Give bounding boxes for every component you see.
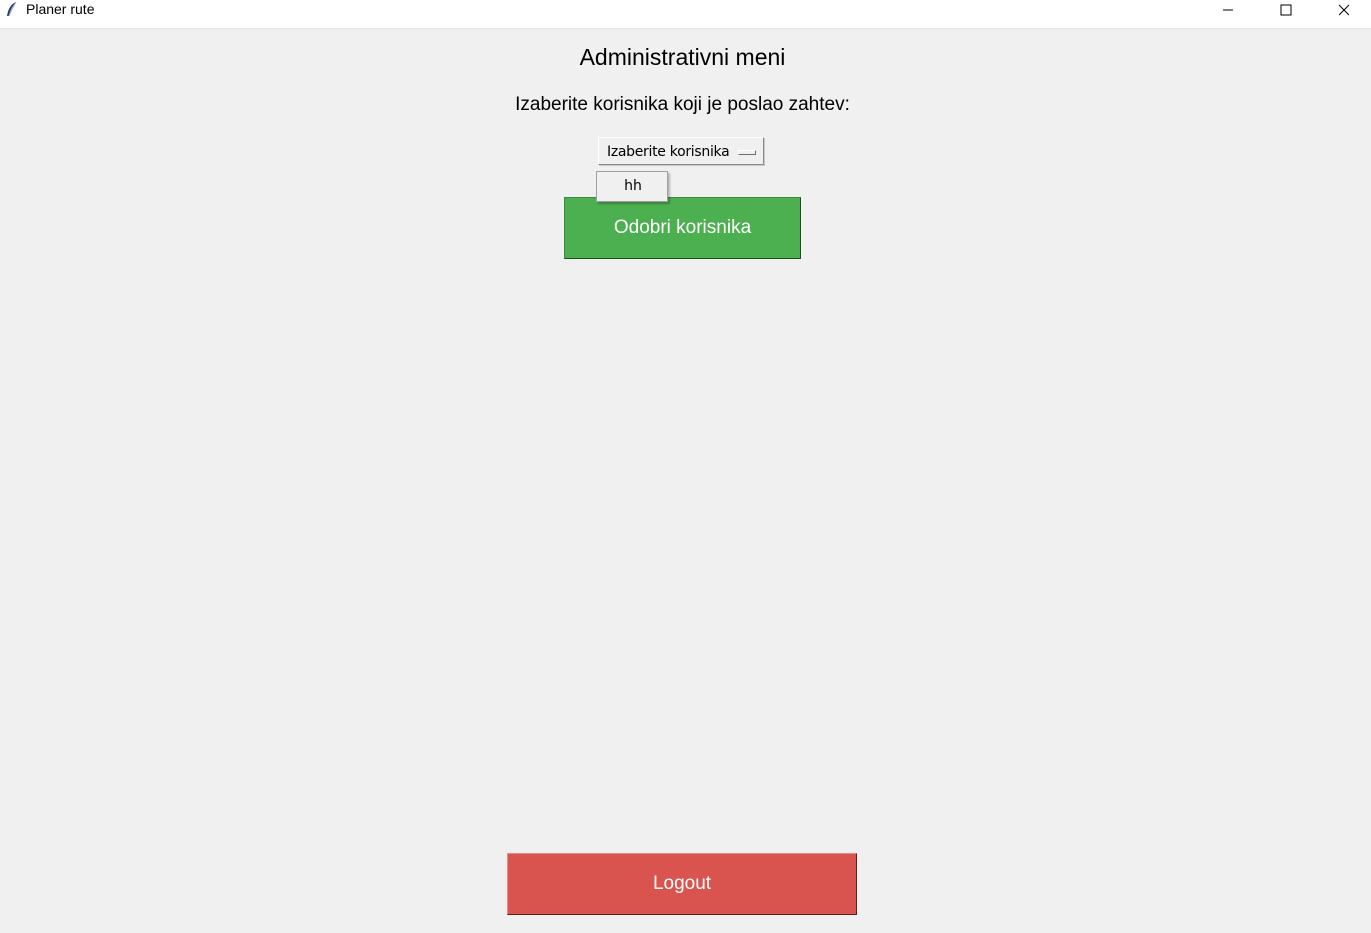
maximize-icon xyxy=(1280,4,1292,16)
maximize-button[interactable] xyxy=(1263,0,1309,20)
dropdown-option[interactable]: hh xyxy=(597,178,669,194)
title-bar[interactable]: Planer rute xyxy=(0,0,1371,29)
dropdown-indicator-icon xyxy=(738,150,756,155)
window-title: Planer rute xyxy=(26,1,95,17)
close-icon xyxy=(1338,4,1350,16)
close-button[interactable] xyxy=(1321,0,1367,20)
app-window: Planer rute Administrativni meni Izaberi… xyxy=(0,0,1371,933)
feather-icon xyxy=(4,1,20,19)
logout-button[interactable]: Logout xyxy=(507,853,857,915)
select-user-label: Izaberite korisnika koji je poslao zahte… xyxy=(515,94,850,115)
user-select-menu[interactable]: Izaberite korisnika xyxy=(598,137,764,165)
approve-user-button[interactable]: Odobri korisnika xyxy=(564,197,801,259)
minimize-button[interactable] xyxy=(1205,0,1251,20)
minimize-icon xyxy=(1223,9,1233,11)
user-select-value: Izaberite korisnika xyxy=(607,144,730,160)
user-select-dropdown: hh xyxy=(596,171,668,202)
page-title: Administrativni meni xyxy=(579,44,786,70)
